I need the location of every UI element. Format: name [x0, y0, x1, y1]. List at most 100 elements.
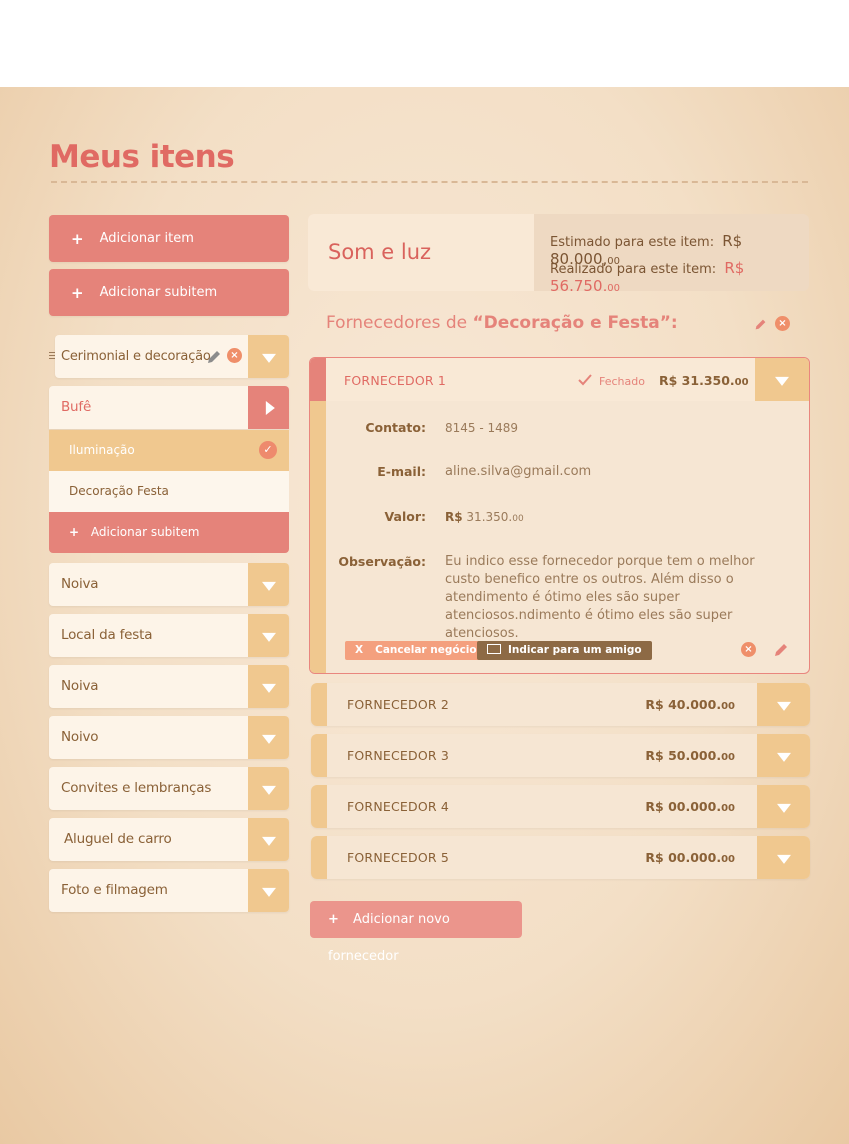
- plus-icon: +: [71, 283, 84, 302]
- contact-value: 8145 - 1489: [445, 421, 519, 435]
- add-supplier-button[interactable]: + Adicionar novo fornecedor: [310, 901, 522, 964]
- edit-supplier-pencil-icon[interactable]: [773, 642, 789, 658]
- expand-toggle[interactable]: [248, 869, 289, 912]
- sidebar-item-label: Aluguel de carro: [64, 831, 172, 847]
- edit-pencil-icon[interactable]: [754, 318, 767, 331]
- subitem[interactable]: Decoração Festa: [49, 471, 289, 512]
- notes-value: Eu indico esse fornecedor porque tem o m…: [445, 554, 755, 641]
- email-label: E-mail:: [377, 464, 426, 479]
- sidebar-item-local-da-festa[interactable]: Local da festa: [49, 614, 289, 657]
- chevron-down-icon: [261, 785, 276, 795]
- realized-line: Realizado para este item: R$ 56.750,00: [550, 259, 809, 291]
- value-amount: R$ 31.350.00: [445, 510, 524, 524]
- sidebar-item-noiva-2[interactable]: Noiva: [49, 665, 289, 708]
- cancel-deal-button[interactable]: X Cancelar negócio: [345, 641, 487, 660]
- supplier-price: R$ 40.000.00: [645, 697, 735, 712]
- chevron-down-icon: [776, 701, 791, 711]
- sidebar-item-noivo[interactable]: Noivo: [49, 716, 289, 759]
- card-accent-strip: [310, 358, 326, 401]
- chevron-down-icon: [261, 353, 276, 363]
- email-value[interactable]: aline.silva@gmail.com: [445, 463, 591, 481]
- supplier-status: Fechado: [599, 375, 645, 388]
- expand-toggle[interactable]: [757, 734, 810, 777]
- supplier-price: R$ 31.350.00: [659, 373, 749, 388]
- supplier-card[interactable]: FORNECEDOR 3 R$ 50.000.00: [311, 734, 810, 777]
- subitem-selected[interactable]: Iluminação ✓: [49, 430, 289, 471]
- add-subitem-label: Adicionar subitem: [99, 285, 218, 300]
- supplier-card[interactable]: FORNECEDOR 5 R$ 00.000.00: [311, 836, 810, 879]
- supplier-card-expanded: FORNECEDOR 1 Fechado R$ 31.350.00 Contat…: [309, 357, 810, 674]
- supplier-card[interactable]: FORNECEDOR 4 R$ 00.000.00: [311, 785, 810, 828]
- add-item-label: Adicionar item: [99, 231, 194, 246]
- check-icon: [578, 374, 592, 386]
- sidebar-item-editing[interactable]: Cerimonial e decoração ×: [55, 335, 289, 378]
- supplier-card[interactable]: FORNECEDOR 2 R$ 40.000.00: [311, 683, 810, 726]
- close-icon: X: [355, 644, 364, 656]
- sidebar-item-label: Convites e lembranças: [61, 780, 212, 796]
- title-divider: [51, 181, 808, 183]
- expand-toggle[interactable]: [248, 335, 289, 378]
- card-accent-strip: [311, 836, 327, 879]
- chevron-down-icon: [776, 803, 791, 813]
- collapse-toggle[interactable]: [248, 386, 289, 429]
- subitem-label: Iluminação: [69, 443, 135, 457]
- recommend-friend-button[interactable]: Indicar para um amigo: [477, 641, 652, 660]
- add-subitem-button[interactable]: + Adicionar subitem: [49, 269, 289, 316]
- item-summary-card: Som e luz Estimado para este item: R$ 80…: [308, 214, 809, 291]
- check-icon: ✓: [259, 441, 277, 459]
- collapse-toggle[interactable]: [755, 358, 809, 401]
- chevron-down-icon: [776, 752, 791, 762]
- chevron-down-icon: [261, 581, 276, 591]
- sidebar-item-label: Foto e filmagem: [61, 882, 168, 898]
- realized-label: Realizado para este item:: [550, 262, 717, 277]
- sidebar-item-active[interactable]: Bufê: [49, 386, 289, 429]
- supplier-name: FORNECEDOR 3: [347, 748, 450, 763]
- chevron-down-icon: [775, 376, 789, 386]
- chevron-right-icon: [265, 400, 275, 415]
- add-subitem-inline-button[interactable]: + Adicionar subitem: [49, 512, 289, 553]
- supplier-price: R$ 00.000.00: [645, 850, 735, 865]
- contact-label: Contato:: [365, 420, 426, 435]
- sidebar-item-convites[interactable]: Convites e lembranças: [49, 767, 289, 810]
- expand-toggle[interactable]: [248, 818, 289, 861]
- card-accent-strip: [311, 734, 327, 777]
- delete-icon[interactable]: ×: [775, 316, 790, 331]
- expand-toggle[interactable]: [757, 836, 810, 879]
- chevron-down-icon: [261, 683, 276, 693]
- value-label: Valor:: [384, 509, 426, 524]
- plus-icon: +: [71, 229, 84, 248]
- plus-icon: +: [328, 912, 339, 927]
- pencil-icon[interactable]: [206, 349, 222, 365]
- supplier-price: R$ 00.000.00: [645, 799, 735, 814]
- item-name-box: Som e luz: [308, 214, 534, 291]
- sidebar-item-foto-e-filmagem[interactable]: Foto e filmagem: [49, 869, 289, 912]
- expand-toggle[interactable]: [757, 785, 810, 828]
- sidebar-item-label: Noiva: [61, 576, 99, 592]
- expand-toggle[interactable]: [248, 614, 289, 657]
- subitem-label: Decoração Festa: [69, 484, 169, 498]
- card-accent-strip: [311, 683, 327, 726]
- expand-toggle[interactable]: [248, 716, 289, 759]
- supplier-name: FORNECEDOR 1: [344, 373, 447, 388]
- expand-toggle[interactable]: [248, 767, 289, 810]
- suppliers-heading: Fornecedores de “Decoração e Festa”:: [326, 313, 678, 333]
- plus-icon: +: [69, 525, 80, 539]
- sidebar-item-label: Noivo: [61, 729, 99, 745]
- chevron-down-icon: [261, 734, 276, 744]
- page-background: Meus itens + Adicionar item + Adicionar …: [0, 87, 849, 1144]
- chevron-down-icon: [261, 836, 276, 846]
- sidebar-item-label: Cerimonial e decoração: [61, 349, 211, 364]
- sidebar-item-noiva[interactable]: Noiva: [49, 563, 289, 606]
- item-name: Som e luz: [328, 240, 432, 264]
- delete-icon[interactable]: ×: [227, 348, 242, 363]
- card-accent-strip: [310, 401, 326, 673]
- delete-supplier-icon[interactable]: ×: [741, 642, 756, 657]
- envelope-icon: [487, 644, 501, 654]
- add-item-button[interactable]: + Adicionar item: [49, 215, 289, 262]
- add-supplier-label: Adicionar novo fornecedor: [328, 912, 450, 964]
- expand-toggle[interactable]: [757, 683, 810, 726]
- expand-toggle[interactable]: [248, 665, 289, 708]
- supplier-name: FORNECEDOR 5: [347, 850, 450, 865]
- sidebar-item-aluguel-de-carro[interactable]: Aluguel de carro: [49, 818, 289, 861]
- expand-toggle[interactable]: [248, 563, 289, 606]
